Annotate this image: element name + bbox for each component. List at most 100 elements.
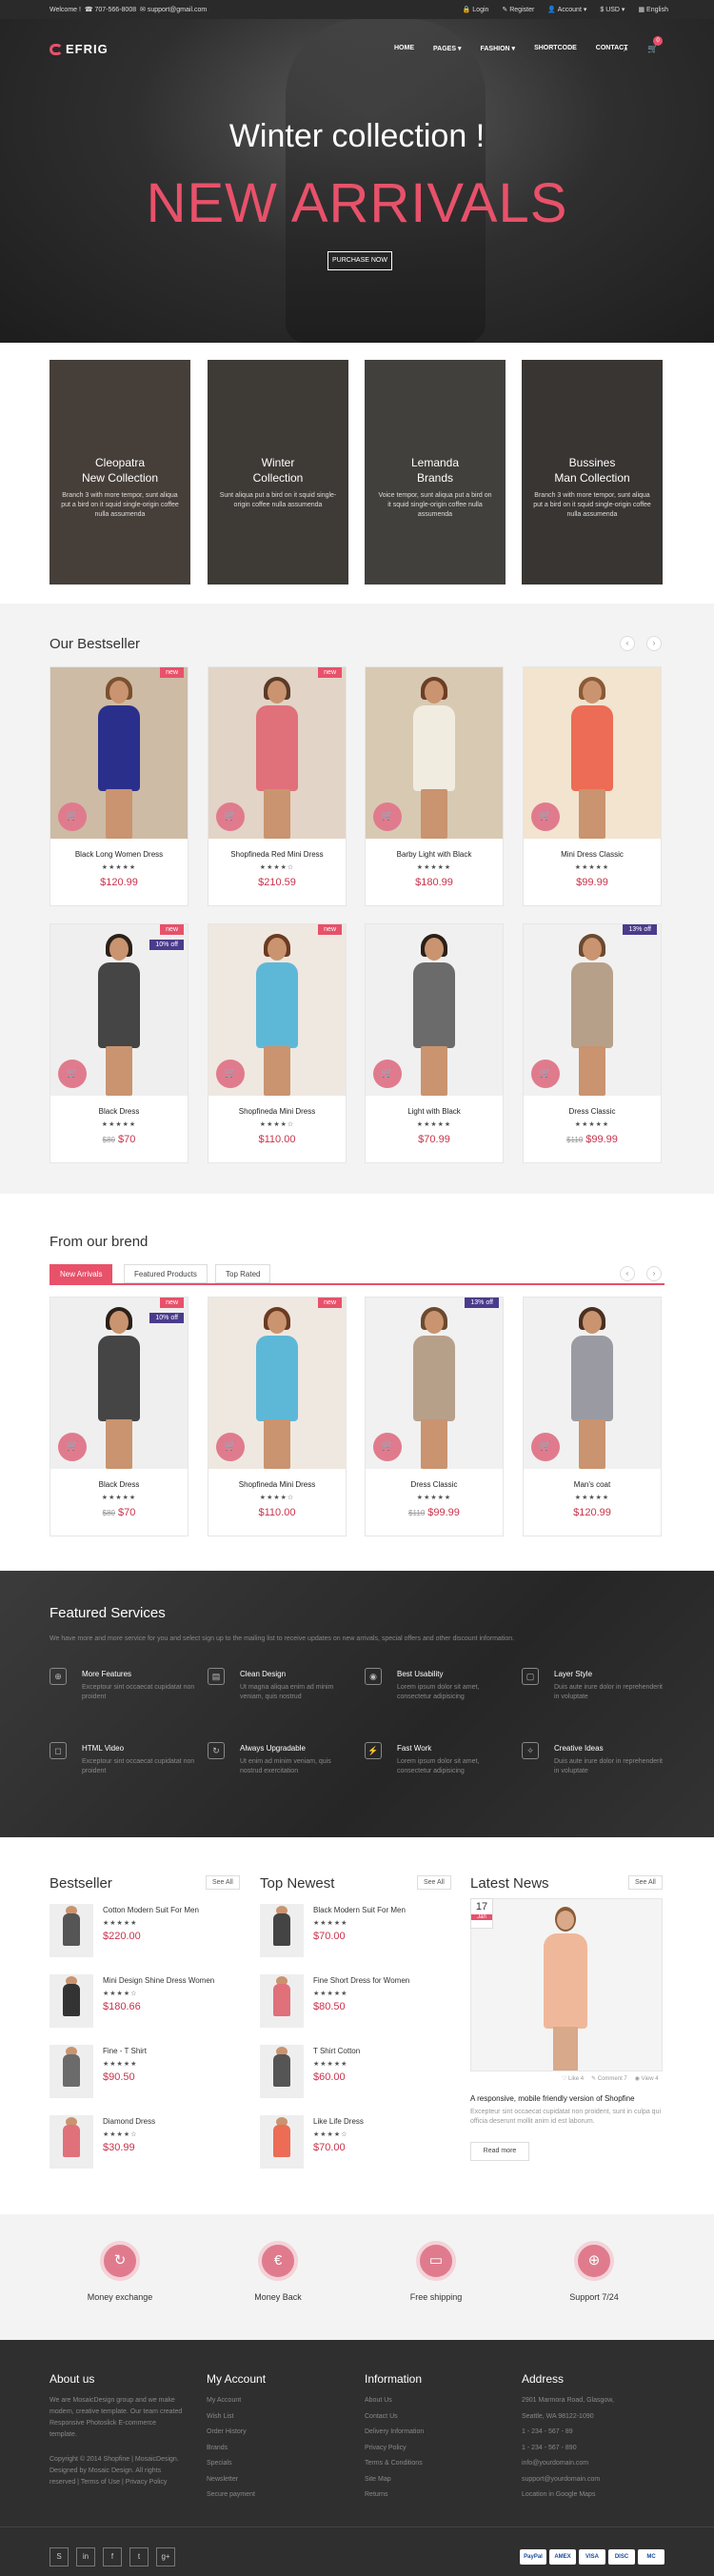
login-link[interactable]: 🔒 Login [463, 6, 489, 13]
news-likes[interactable]: ♡ Like 4 [562, 2075, 584, 2082]
tab-new-arrivals[interactable]: New Arrivals [50, 1264, 113, 1283]
list-item[interactable]: Fine - T Shirt ★★★★★ $90.50 [50, 2045, 240, 2102]
category-card[interactable]: Winter Collection Sunt aliqua put a bird o… [208, 360, 348, 585]
tab-top-rated[interactable]: Top Rated [215, 1264, 271, 1283]
news-comments[interactable]: ✎ Comment 7 [591, 2075, 627, 2082]
footer-link[interactable]: Contact Us [365, 2413, 424, 2429]
news-image[interactable] [470, 1898, 663, 2071]
email-address[interactable]: support@gmail.com [148, 7, 207, 13]
product-name[interactable]: Black Dress [50, 1107, 188, 1116]
list-item-thumbnail[interactable] [50, 2115, 93, 2169]
product-card[interactable]: new 🛒 Shopfineda Mini Dress ★★★★☆ $110.00 [208, 1297, 347, 1536]
add-to-cart-icon[interactable]: 🛒 [531, 803, 560, 831]
add-to-cart-icon[interactable]: 🛒 [373, 1060, 402, 1088]
list-item-name[interactable]: Diamond Dress [103, 2117, 155, 2126]
product-name[interactable]: Dress Classic [524, 1107, 661, 1116]
social-icon[interactable]: g+ [156, 2547, 175, 2566]
brand-next-arrow-icon[interactable]: › [646, 1266, 662, 1281]
list-item-name[interactable]: Black Modern Suit For Men [313, 1906, 406, 1914]
policy-item[interactable]: ↻ Money exchange [53, 2241, 187, 2302]
product-card[interactable]: new 🛒 Shopfineda Mini Dress ★★★★☆ $110.00 [208, 923, 347, 1163]
account-dropdown[interactable]: 👤 Account ▾ [547, 6, 586, 13]
list-item-thumbnail[interactable] [260, 2045, 304, 2098]
footer-link[interactable]: Terms & Conditions [365, 2460, 424, 2476]
product-card[interactable]: 13% off 🛒 Dress Classic ★★★★★ $110 $99.99 [365, 1297, 504, 1536]
policy-item[interactable]: € Money Back [211, 2241, 345, 2302]
footer-link[interactable]: Privacy Policy [365, 2445, 424, 2461]
footer-link[interactable]: Order History [207, 2428, 255, 2445]
product-name[interactable]: Man's coat [524, 1480, 661, 1489]
list-item-thumbnail[interactable] [50, 2045, 93, 2098]
bestseller-see-all-button[interactable]: See All [206, 1875, 240, 1890]
social-icon[interactable]: S [50, 2547, 69, 2566]
brand-prev-arrow-icon[interactable]: ‹ [620, 1266, 635, 1281]
read-more-button[interactable]: Read more [470, 2142, 529, 2161]
currency-dropdown[interactable]: $ USD ▾ [600, 6, 625, 13]
purchase-now-button[interactable]: PURCHASE NOW [327, 251, 392, 270]
add-to-cart-icon[interactable]: 🛒 [531, 1433, 560, 1461]
product-card[interactable]: 🛒 Light with Black ★★★★★ $70.99 [365, 923, 504, 1163]
list-item-name[interactable]: Cotton Modern Suit For Men [103, 1906, 199, 1914]
list-item-name[interactable]: Like Life Dress [313, 2117, 364, 2126]
nav-item-shortcode[interactable]: SHORTCODE [534, 45, 577, 52]
search-icon[interactable]: ⌕ [624, 44, 628, 54]
list-item[interactable]: Mini Design Shine Dress Women ★★★★☆ $180.6… [50, 1974, 240, 2031]
list-item-thumbnail[interactable] [50, 1974, 93, 2028]
add-to-cart-icon[interactable]: 🛒 [531, 1060, 560, 1088]
social-icon[interactable]: in [76, 2547, 95, 2566]
nav-item-fashion[interactable]: FASHION ▾ [480, 45, 515, 52]
newest-see-all-button[interactable]: See All [417, 1875, 451, 1890]
list-item-name[interactable]: Fine - T Shirt [103, 2047, 147, 2055]
policy-item[interactable]: ⊕ Support 7/24 [527, 2241, 661, 2302]
add-to-cart-icon[interactable]: 🛒 [216, 1060, 245, 1088]
product-name[interactable]: Shopfineda Mini Dress [208, 1107, 346, 1116]
social-icon[interactable]: t [129, 2547, 149, 2566]
footer-link[interactable]: Returns [365, 2491, 424, 2507]
product-name[interactable]: Mini Dress Classic [524, 850, 661, 859]
register-link[interactable]: ✎ Register [502, 6, 534, 13]
product-name[interactable]: Shopfineda Red Mini Dress [208, 850, 346, 859]
language-dropdown[interactable]: ▦ English [638, 6, 668, 13]
product-name[interactable]: Shopfineda Mini Dress [208, 1480, 346, 1489]
footer-link[interactable]: Newsletter [207, 2476, 255, 2492]
product-name[interactable]: Barby Light with Black [366, 850, 503, 859]
footer-link[interactable]: Wish List [207, 2413, 255, 2429]
add-to-cart-icon[interactable]: 🛒 [216, 803, 245, 831]
product-name[interactable]: Black Long Women Dress [50, 850, 188, 859]
add-to-cart-icon[interactable]: 🛒 [373, 803, 402, 831]
add-to-cart-icon[interactable]: 🛒 [58, 803, 87, 831]
news-see-all-button[interactable]: See All [628, 1875, 663, 1890]
list-item[interactable]: Fine Short Dress for Women ★★★★★ $80.50 [260, 1974, 450, 2031]
product-card[interactable]: 13% off 🛒 Dress Classic ★★★★★ $110 $99.99 [523, 923, 662, 1163]
product-card[interactable]: 🛒 Barby Light with Black ★★★★★ $180.99 [365, 666, 504, 906]
bestseller-next-arrow-icon[interactable]: › [646, 636, 662, 651]
product-name[interactable]: Black Dress [50, 1480, 188, 1489]
add-to-cart-icon[interactable]: 🛒 [58, 1060, 87, 1088]
social-icon[interactable]: f [103, 2547, 122, 2566]
list-item[interactable]: Like Life Dress ★★★★☆ $70.00 [260, 2115, 450, 2172]
list-item[interactable]: T Shirt Cotton ★★★★★ $60.00 [260, 2045, 450, 2102]
list-item[interactable]: Diamond Dress ★★★★☆ $30.99 [50, 2115, 240, 2172]
product-card[interactable]: 10% off new 🛒 Black Dress ★★★★★ $80 $70 [50, 923, 188, 1163]
product-name[interactable]: Light with Black [366, 1107, 503, 1116]
footer-link[interactable]: Site Map [365, 2476, 424, 2492]
product-card[interactable]: new 🛒 Shopfineda Red Mini Dress ★★★★☆ $210.5… [208, 666, 347, 906]
footer-link[interactable]: Delivery Information [365, 2428, 424, 2445]
category-card[interactable]: Lemanda Brands Voice tempor, sunt aliqua p… [365, 360, 506, 585]
footer-link[interactable]: Secure payment [207, 2491, 255, 2507]
list-item-name[interactable]: Fine Short Dress for Women [313, 1976, 409, 1985]
list-item-name[interactable]: T Shirt Cotton [313, 2047, 360, 2055]
category-card[interactable]: Bussines Man Collection Branch 3 with more… [522, 360, 663, 585]
product-card[interactable]: new 🛒 Black Long Women Dress ★★★★★ $120.99 [50, 666, 188, 906]
add-to-cart-icon[interactable]: 🛒 [58, 1433, 87, 1461]
nav-item-pages[interactable]: PAGES ▾ [433, 45, 461, 52]
product-card[interactable]: 🛒 Man's coat ★★★★★ $120.99 [523, 1297, 662, 1536]
product-name[interactable]: Dress Classic [366, 1480, 503, 1489]
logo[interactable]: EFRIG [50, 42, 109, 56]
list-item[interactable]: Black Modern Suit For Men ★★★★★ $70.00 [260, 1904, 450, 1961]
list-item-thumbnail[interactable] [260, 1974, 304, 2028]
news-title[interactable]: A responsive, mobile friendly version of… [470, 2094, 670, 2103]
nav-item-home[interactable]: HOME [394, 45, 414, 52]
category-card[interactable]: Cleopatra New Collection Branch 3 with mor… [50, 360, 190, 585]
list-item-thumbnail[interactable] [260, 1904, 304, 1957]
